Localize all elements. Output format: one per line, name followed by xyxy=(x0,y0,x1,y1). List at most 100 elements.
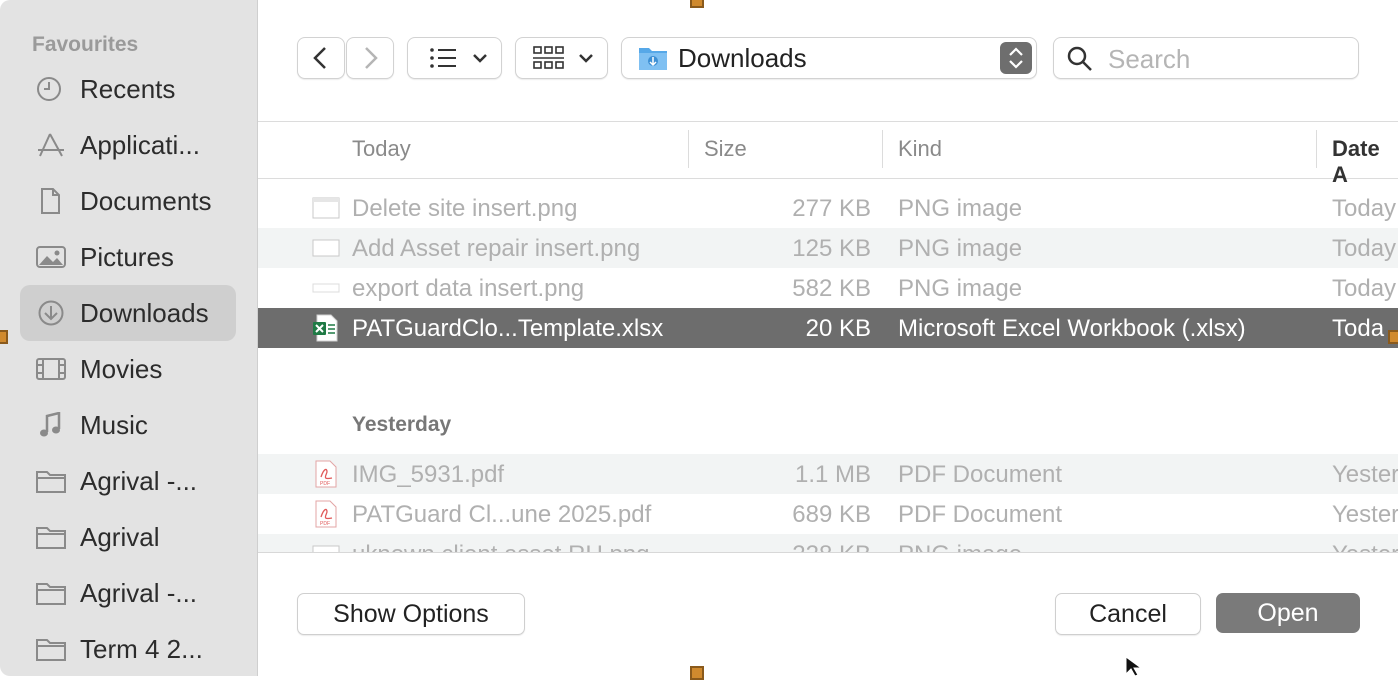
folder-icon xyxy=(36,583,66,605)
file-kind: PNG image xyxy=(898,541,1022,552)
file-name: PATGuard Cl...une 2025.pdf xyxy=(352,501,652,528)
file-size: 689 KB xyxy=(792,501,871,528)
file-kind: PNG image xyxy=(898,235,1023,262)
file-row[interactable]: Delete site insert.png 277 KB PNG image … xyxy=(258,188,1398,228)
svg-text:PDF: PDF xyxy=(320,481,330,487)
file-kind: PDF Document xyxy=(898,461,1063,488)
clock-icon xyxy=(37,77,61,101)
search-input[interactable]: Search xyxy=(1108,44,1190,75)
forward-button[interactable] xyxy=(346,37,394,79)
sidebar-item-label: Documents xyxy=(80,186,212,216)
file-row[interactable]: export data insert.png 582 KB PNG image … xyxy=(258,268,1398,308)
file-kind: PDF Document xyxy=(898,501,1063,528)
image-file-icon xyxy=(312,197,340,219)
grid-view-icon xyxy=(533,46,593,69)
sidebar-item-label: Agrival xyxy=(80,522,160,552)
list-clip: uknown client asset RU.png 228 KB PNG im… xyxy=(258,534,1398,552)
file-size: 20 KB xyxy=(805,315,871,342)
file-size: 582 KB xyxy=(792,275,871,302)
sidebar-item-documents[interactable]: Documents xyxy=(20,173,236,229)
file-date: Toda xyxy=(1332,315,1385,342)
sidebar-item-folder-agrival-2[interactable]: Agrival xyxy=(20,509,236,565)
resize-handle[interactable] xyxy=(690,0,704,8)
sidebar-item-folder-agrival-3[interactable]: Agrival -... xyxy=(20,565,236,621)
photo-icon xyxy=(36,246,66,268)
svg-text:PDF: PDF xyxy=(320,521,330,527)
file-kind: Microsoft Excel Workbook (.xlsx) xyxy=(898,315,1246,342)
downloads-folder-icon xyxy=(639,48,667,70)
group-by-dropdown[interactable] xyxy=(515,37,608,79)
divider xyxy=(258,552,1398,553)
column-header-size[interactable]: Size xyxy=(704,136,747,162)
resize-handle[interactable] xyxy=(690,666,704,680)
folder-icon xyxy=(36,471,66,493)
file-kind: PNG image xyxy=(898,195,1023,222)
column-header-bar: Today Size Kind Date A xyxy=(258,121,1398,187)
open-button[interactable]: Open xyxy=(1216,593,1360,633)
resize-handle[interactable] xyxy=(1388,330,1398,344)
download-icon xyxy=(38,300,64,326)
music-note-icon xyxy=(40,412,61,437)
column-divider[interactable] xyxy=(882,130,883,168)
group-header-yesterday: Yesterday xyxy=(352,413,452,436)
sidebar-item-label: Recents xyxy=(80,74,176,104)
sidebar-item-movies[interactable]: Movies xyxy=(20,341,236,397)
file-name: Delete site insert.png xyxy=(352,195,578,222)
stepper-arrows-icon xyxy=(1000,42,1032,74)
sidebar-item-label: Pictures xyxy=(80,242,174,272)
sidebar-item-label: Agrival -... xyxy=(80,466,198,496)
sidebar-item-downloads[interactable]: Downloads xyxy=(20,285,236,341)
file-row[interactable]: PDF IMG_5931.pdf 1.1 MB PDF Document Yes… xyxy=(258,454,1398,494)
file-name: uknown client asset RU.png xyxy=(352,541,650,552)
file-name: PATGuardClo...Template.xlsx xyxy=(352,315,664,342)
resize-handle[interactable] xyxy=(0,330,8,344)
file-name: Add Asset repair insert.png xyxy=(352,235,641,262)
file-row[interactable]: uknown client asset RU.png 228 KB PNG im… xyxy=(258,534,1398,552)
sidebar-item-label: Movies xyxy=(80,354,163,384)
file-size: 1.1 MB xyxy=(794,461,871,488)
search-icon xyxy=(1067,46,1092,71)
file-date: Yester xyxy=(1332,541,1398,552)
file-row[interactable]: PDF PATGuard Cl...une 2025.pdf 689 KB PD… xyxy=(258,494,1398,534)
search-field[interactable]: Search xyxy=(1053,37,1359,79)
sidebar-item-applications[interactable]: Applicati... xyxy=(20,117,236,173)
mouse-cursor-icon xyxy=(1125,656,1143,676)
sidebar-item-music[interactable]: Music xyxy=(20,397,236,453)
sidebar-item-label: Music xyxy=(80,410,148,440)
file-date: Today xyxy=(1332,235,1397,262)
cancel-button[interactable]: Cancel xyxy=(1055,593,1201,635)
column-header-name[interactable]: Today xyxy=(352,136,411,162)
pdf-file-icon: PDF xyxy=(315,460,337,488)
sidebar-item-folder-agrival-1[interactable]: Agrival -... xyxy=(20,453,236,509)
list-view-icon xyxy=(430,48,487,68)
image-file-icon xyxy=(312,283,340,293)
excel-file-icon xyxy=(313,314,338,342)
show-options-button[interactable]: Show Options xyxy=(297,593,525,635)
file-size: 228 KB xyxy=(688,541,871,552)
sidebar-item-folder-term4[interactable]: Term 4 2... xyxy=(20,621,236,677)
file-row[interactable]: Add Asset repair insert.png 125 KB PNG i… xyxy=(258,228,1398,268)
back-button[interactable] xyxy=(297,37,345,79)
file-date: Yester xyxy=(1332,461,1398,488)
file-browser: Downloads Search Today Size Kind Date A … xyxy=(258,0,1398,676)
location-label: Downloads xyxy=(678,43,807,73)
sidebar-item-label: Downloads xyxy=(80,298,209,328)
file-date: Yester xyxy=(1332,501,1398,528)
file-size: 277 KB xyxy=(792,195,871,222)
sidebar-item-recents[interactable]: Recents xyxy=(20,61,236,117)
column-header-kind[interactable]: Kind xyxy=(898,136,942,162)
image-file-icon xyxy=(312,545,340,552)
folder-icon xyxy=(36,639,66,661)
sidebar-item-label: Term 4 2... xyxy=(80,634,203,664)
file-name: IMG_5931.pdf xyxy=(352,461,505,488)
column-header-date[interactable]: Date A xyxy=(1332,136,1398,188)
sidebar-item-pictures[interactable]: Pictures xyxy=(20,229,236,285)
view-mode-dropdown[interactable] xyxy=(407,37,502,79)
column-divider[interactable] xyxy=(688,130,689,168)
location-popup[interactable]: Downloads xyxy=(621,37,1037,79)
sidebar-section-title: Favourites xyxy=(32,33,139,56)
pdf-file-icon: PDF xyxy=(315,500,337,528)
chevron-right-icon xyxy=(365,47,378,69)
column-divider[interactable] xyxy=(1316,130,1317,168)
file-row-selected[interactable]: PATGuardClo...Template.xlsx 20 KB Micros… xyxy=(258,308,1398,348)
